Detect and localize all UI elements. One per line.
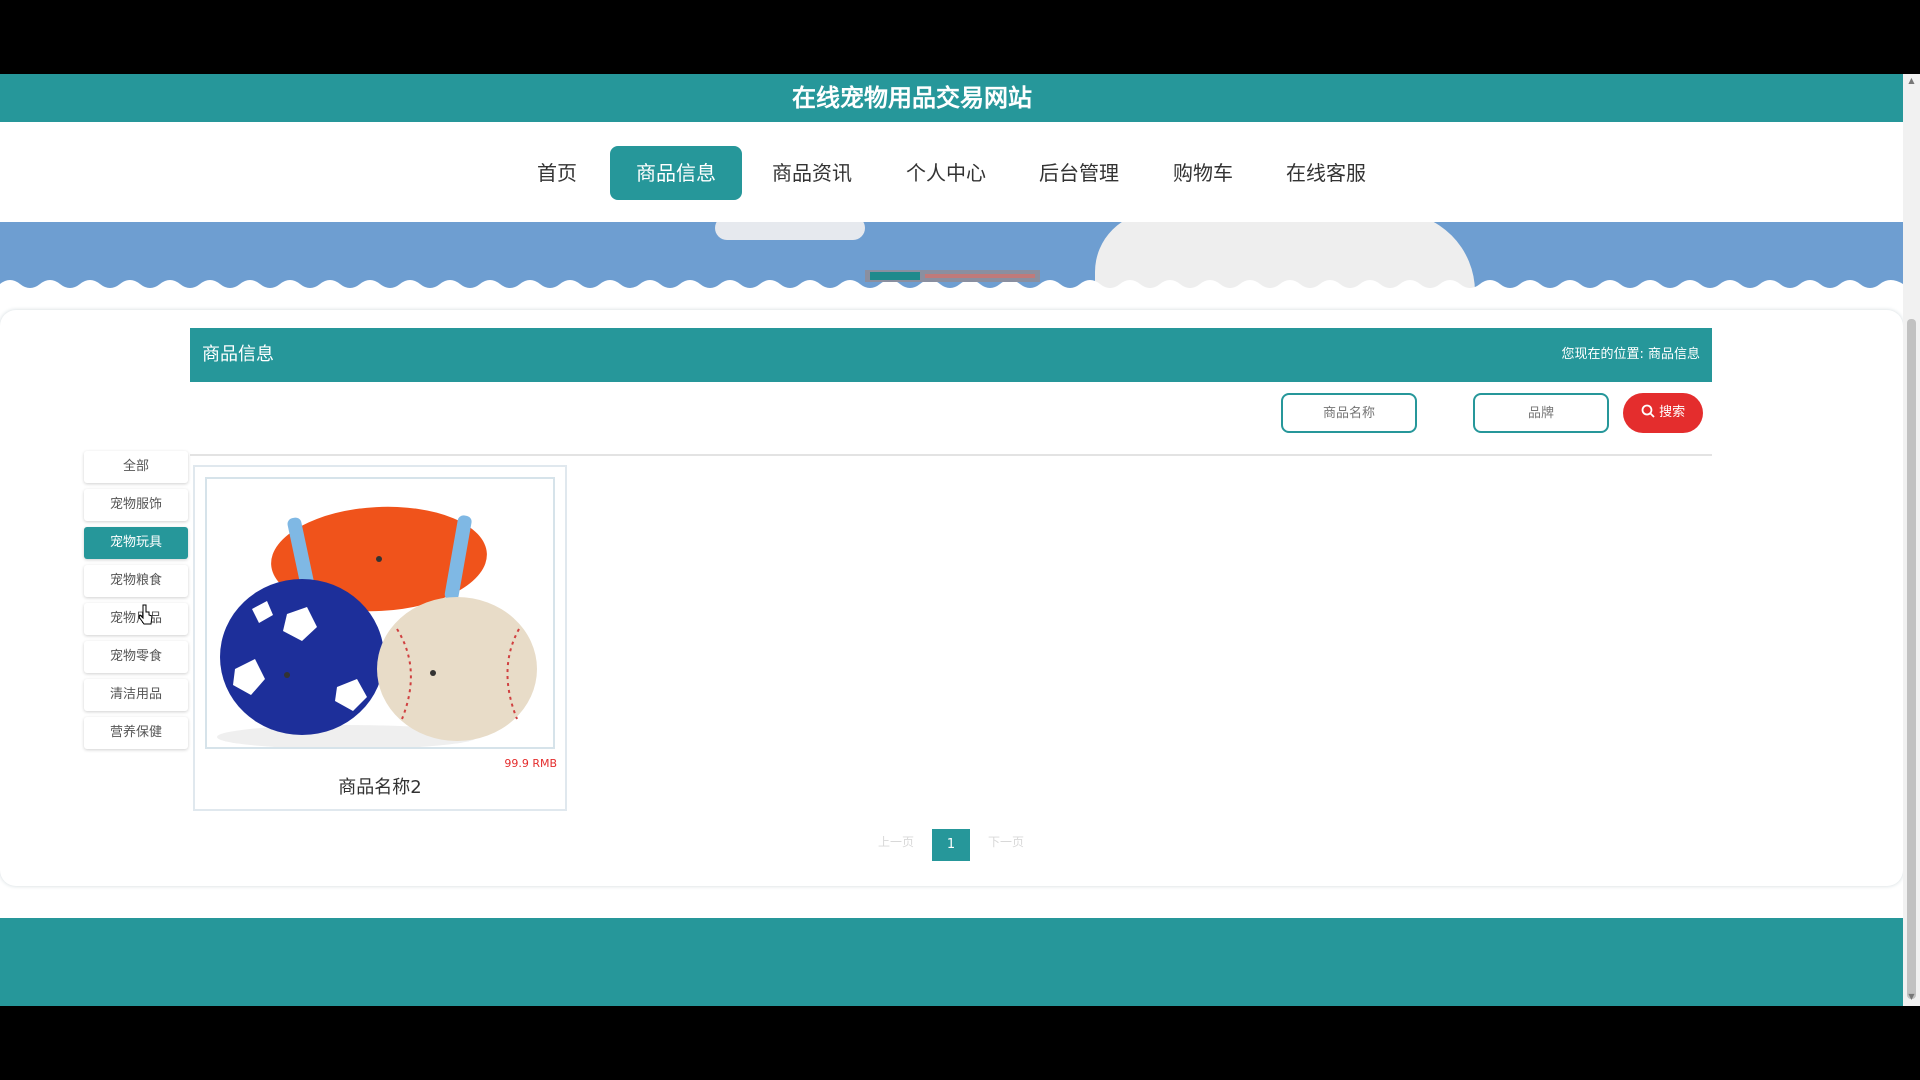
- pagination-prev[interactable]: 上一页: [878, 833, 914, 850]
- search-icon: [1641, 404, 1659, 420]
- nav-item-products[interactable]: 商品信息: [610, 146, 742, 200]
- breadcrumb-label: 您现在的位置:: [1561, 347, 1644, 362]
- banner-bone-shape: [715, 222, 865, 240]
- scroll-up-arrow-icon[interactable]: ▲: [1907, 76, 1916, 86]
- section-title: 商品信息: [202, 344, 274, 365]
- main-nav: 首页 商品信息 商品资讯 个人中心 后台管理 购物车 在线客服: [0, 122, 1903, 222]
- nav-item-admin[interactable]: 后台管理: [1029, 146, 1129, 200]
- nav-item-home[interactable]: 首页: [525, 146, 589, 200]
- product-name-search-input[interactable]: [1281, 393, 1417, 433]
- product-price: 99.9 RMB: [504, 757, 557, 770]
- divider: [190, 454, 1712, 456]
- scroll-down-arrow-icon[interactable]: ▼: [1907, 992, 1916, 1002]
- mouse-cursor-icon: [138, 604, 154, 630]
- page-scrollbar[interactable]: ▲ ▼: [1903, 74, 1920, 1006]
- pagination-next[interactable]: 下一页: [988, 833, 1024, 850]
- category-item-clothing[interactable]: 宠物服饰: [84, 489, 188, 521]
- product-card[interactable]: 99.9 RMB 商品名称2: [193, 465, 567, 811]
- category-item-snacks[interactable]: 宠物零食: [84, 641, 188, 673]
- breadcrumb-current[interactable]: 商品信息: [1648, 347, 1700, 362]
- category-item-health[interactable]: 营养保健: [84, 717, 188, 749]
- product-name[interactable]: 商品名称2: [195, 773, 565, 799]
- category-item-toys[interactable]: 宠物玩具: [84, 527, 188, 559]
- carousel-indicators[interactable]: [865, 270, 1040, 282]
- pagination-page-current[interactable]: 1: [932, 829, 970, 861]
- carousel-indicator-active[interactable]: [870, 272, 920, 280]
- nav-item-service[interactable]: 在线客服: [1276, 146, 1376, 200]
- product-image[interactable]: [205, 477, 555, 749]
- section-header: 商品信息 您现在的位置: 商品信息: [190, 328, 1712, 382]
- category-item-all[interactable]: 全部: [84, 451, 188, 483]
- top-header-bar: 在线宠物用品交易网站: [0, 74, 1903, 122]
- breadcrumb: 您现在的位置: 商品信息: [1561, 328, 1700, 382]
- category-item-food[interactable]: 宠物粮食: [84, 565, 188, 597]
- footer: [0, 918, 1903, 1006]
- category-item-cleaning[interactable]: 清洁用品: [84, 679, 188, 711]
- carousel-indicator[interactable]: [925, 274, 1035, 278]
- banner-carousel[interactable]: [0, 222, 1903, 302]
- nav-item-cart[interactable]: 购物车: [1163, 146, 1243, 200]
- search-button-label: 搜索: [1659, 405, 1686, 420]
- brand-search-input[interactable]: [1473, 393, 1609, 433]
- site-title: 在线宠物用品交易网站: [792, 84, 1032, 112]
- category-item-supplies[interactable]: 宠物用品: [84, 603, 188, 635]
- nav-item-news[interactable]: 商品资讯: [762, 146, 862, 200]
- nav-item-profile[interactable]: 个人中心: [896, 146, 996, 200]
- scrollbar-thumb[interactable]: [1907, 319, 1916, 999]
- search-button[interactable]: 搜索: [1623, 393, 1703, 433]
